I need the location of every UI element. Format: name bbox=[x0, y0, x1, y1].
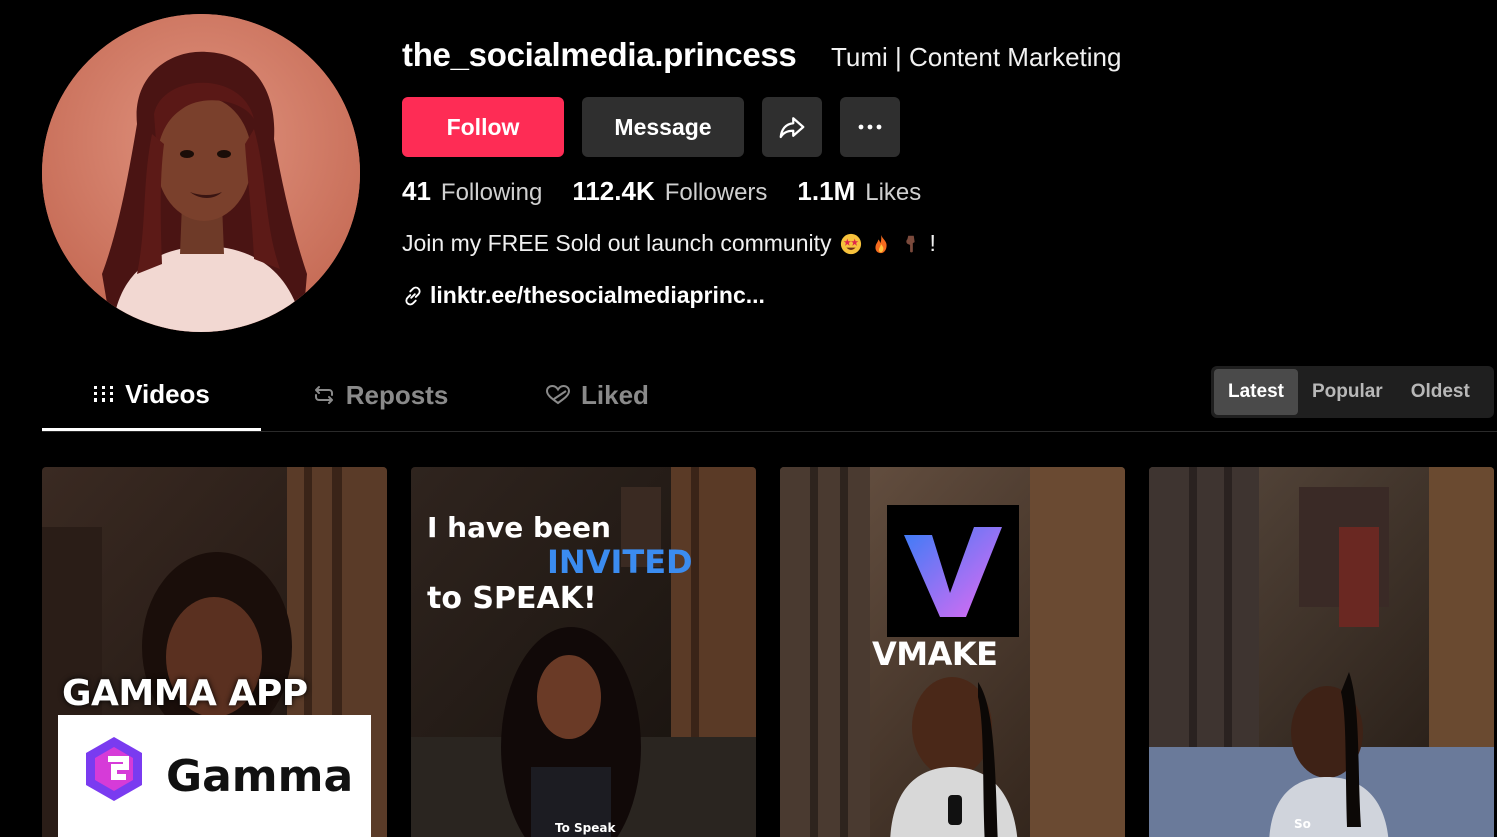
link-text: linktr.ee/thesocialmediaprinc... bbox=[430, 282, 765, 308]
likes-label: Likes bbox=[865, 179, 922, 206]
following-count: 41 bbox=[402, 176, 431, 206]
likes-count: 1.1M bbox=[797, 176, 856, 206]
following-stat[interactable]: 41 Following bbox=[402, 176, 542, 207]
display-name: Tumi | Content Marketing bbox=[831, 42, 1122, 72]
tab-videos-label: Videos bbox=[125, 378, 210, 409]
bio-text: Join my FREE Sold out launch community bbox=[402, 230, 832, 256]
followers-label: Followers bbox=[664, 179, 768, 206]
tab-liked-label: Liked bbox=[581, 379, 649, 410]
tab-liked[interactable]: Liked bbox=[532, 360, 662, 430]
video-overlay-line1: I have been bbox=[427, 511, 611, 544]
follow-button[interactable]: Follow bbox=[402, 97, 564, 157]
fire-emoji-icon bbox=[874, 234, 887, 253]
username: the_socialmedia.princess bbox=[402, 36, 797, 73]
share-button[interactable] bbox=[762, 97, 822, 157]
video-card[interactable]: So bbox=[1149, 467, 1494, 837]
following-label: Following bbox=[440, 179, 543, 206]
tab-reposts[interactable]: Reposts bbox=[292, 360, 468, 430]
video-overlay-line2: INVITED bbox=[547, 543, 693, 581]
video-overlay-logo-text: Gamma bbox=[166, 751, 354, 802]
video-card[interactable]: VMAKE bbox=[780, 467, 1125, 837]
video-card[interactable]: GAMMA APP Gamma bbox=[42, 467, 387, 837]
star-struck-emoji-icon bbox=[840, 233, 861, 254]
link-icon bbox=[405, 286, 421, 305]
more-options-button[interactable] bbox=[840, 97, 900, 157]
followers-count: 112.4K bbox=[572, 176, 655, 206]
video-caption: So bbox=[1294, 817, 1311, 831]
grid-icon bbox=[94, 386, 114, 402]
sort-latest[interactable]: Latest bbox=[1214, 369, 1298, 415]
bio: Join my FREE Sold out launch community ! bbox=[402, 230, 936, 257]
tab-reposts-label: Reposts bbox=[345, 379, 449, 410]
more-icon bbox=[858, 124, 882, 130]
profile-stats: 41 Following 112.4K Followers 1.1M Likes bbox=[402, 176, 921, 207]
sort-oldest[interactable]: Oldest bbox=[1397, 369, 1484, 415]
sort-popular[interactable]: Popular bbox=[1298, 369, 1397, 415]
bio-end: ! bbox=[929, 230, 936, 256]
video-card[interactable]: I have been INVITED to SPEAK! To Speak bbox=[411, 467, 756, 837]
profile-link[interactable]: linktr.ee/thesocialmediaprinc... bbox=[402, 282, 765, 309]
tab-videos[interactable]: Videos bbox=[42, 360, 261, 431]
video-overlay-line3: to SPEAK! bbox=[427, 581, 597, 616]
followers-stat[interactable]: 112.4K Followers bbox=[572, 176, 767, 207]
video-overlay-title: VMAKE bbox=[872, 635, 998, 673]
repost-icon bbox=[314, 386, 333, 404]
likes-stat: 1.1M Likes bbox=[797, 176, 921, 207]
share-icon bbox=[779, 117, 805, 139]
heart-icon bbox=[546, 384, 571, 405]
video-caption: To Speak bbox=[555, 821, 616, 835]
avatar[interactable] bbox=[42, 14, 360, 332]
sort-toggle: Latest Popular Oldest bbox=[1211, 366, 1494, 418]
pointing-down-emoji-icon bbox=[905, 235, 915, 252]
video-overlay-title: GAMMA APP bbox=[62, 673, 308, 714]
profile-page: the_socialmedia.princess Tumi | Content … bbox=[0, 0, 1497, 837]
video-thumbnail bbox=[1149, 467, 1494, 837]
profile-photo bbox=[42, 14, 360, 332]
message-button[interactable]: Message bbox=[582, 97, 744, 157]
